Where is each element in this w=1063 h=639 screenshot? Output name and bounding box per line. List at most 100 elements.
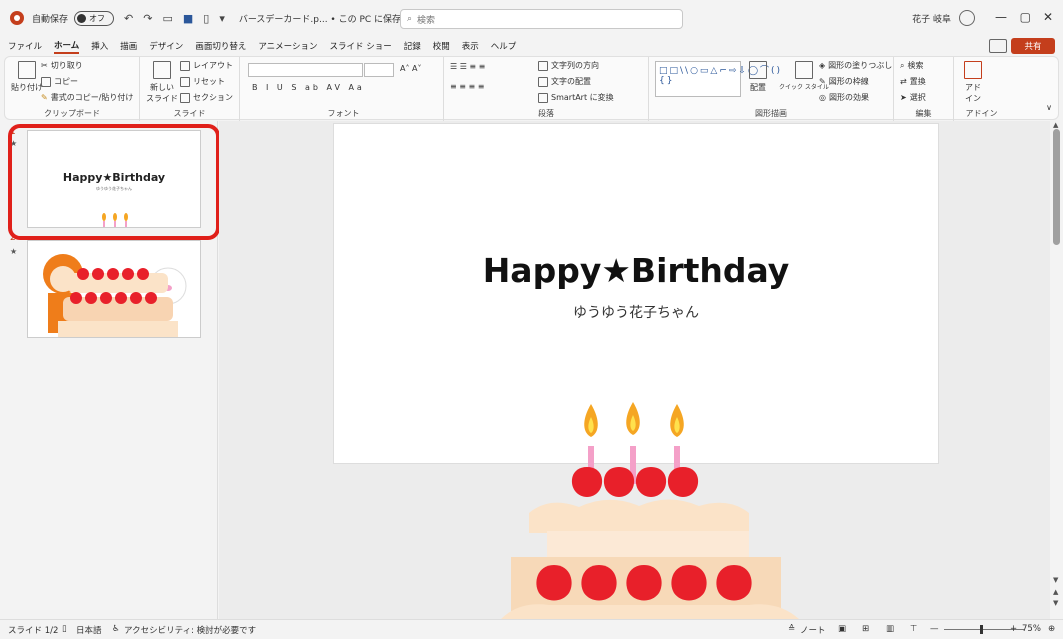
copy-button[interactable]: コピー — [41, 76, 78, 87]
select-button[interactable]: ➤ 選択 — [900, 92, 926, 103]
close-button[interactable]: ✕ — [1043, 10, 1053, 24]
zoom-in-button[interactable]: + — [1010, 624, 1017, 634]
addins-group-label: アドイン — [965, 109, 998, 118]
restore-button[interactable]: ▢ — [1020, 10, 1031, 24]
accessibility-status[interactable]: アクセシビリティ: 検討が必要です — [124, 624, 256, 636]
tab-insert[interactable]: 挿入 — [91, 40, 108, 52]
thumb-2-cake-illustration — [43, 254, 187, 337]
slideshow-icon[interactable]: ⊤ — [910, 624, 917, 634]
text-direction-icon — [538, 60, 548, 71]
select-label: 選択 — [909, 93, 926, 102]
align-text-button[interactable]: 文字の配置 — [538, 76, 591, 87]
customize-qat-icon[interactable]: ▾ — [219, 12, 225, 25]
zoom-slider-handle[interactable] — [980, 625, 983, 634]
search-input[interactable]: ⌕ 検索 — [400, 9, 683, 29]
smartart-button[interactable]: SmartArt に変換 — [538, 92, 614, 103]
candle-flames — [584, 402, 684, 437]
tab-animations[interactable]: アニメーション — [258, 40, 317, 52]
zoom-level[interactable]: 75% — [1022, 624, 1041, 634]
shapes-gallery[interactable]: □□\\○▭△⌐⇨⇩◯⌒(){} — [655, 61, 780, 97]
fill-icon: ◈ — [819, 61, 826, 70]
minimize-button[interactable]: — — [995, 10, 1007, 24]
scroll-down-arrow-icon[interactable]: ▼ — [1053, 576, 1058, 584]
fit-to-window-icon[interactable]: ⊕ — [1048, 624, 1055, 634]
scroll-up-arrow-icon[interactable]: ▲ — [1053, 121, 1058, 129]
new-file-icon[interactable]: ▯ — [203, 12, 209, 25]
autosave-toggle[interactable]: オフ — [74, 10, 115, 26]
slide-editing-area[interactable]: Happy★Birthday ゆうゆう花子ちゃん — [219, 121, 1050, 619]
layout-button[interactable]: レイアウト — [180, 60, 233, 71]
list-buttons[interactable]: ☰ ☰ ≡ ≡ — [450, 62, 485, 71]
tab-view[interactable]: 表示 — [462, 40, 479, 52]
scrollbar-thumb[interactable] — [1053, 129, 1060, 245]
arrange-icon — [749, 61, 767, 79]
paste-button[interactable]: 貼り付け — [11, 61, 43, 93]
tab-transitions[interactable]: 画面切り替え — [195, 40, 246, 52]
undo-icon[interactable]: ↶ — [124, 12, 133, 25]
status-bar: スライド 1/2 ▯ 日本語 ♿ アクセシビリティ: 検討が必要です ≙ ノート… — [0, 619, 1063, 639]
reading-view-icon[interactable]: ▥ — [886, 624, 894, 634]
next-slide-icon[interactable]: ▼ — [1053, 599, 1058, 607]
arrange-label: 配置 — [750, 83, 766, 92]
notes-button[interactable]: ノート — [800, 624, 826, 636]
tab-draw[interactable]: 描画 — [120, 40, 137, 52]
previous-slide-icon[interactable]: ▲ — [1053, 588, 1058, 596]
tab-review[interactable]: 校閲 — [433, 40, 450, 52]
find-button[interactable]: ⌕ 検索 — [900, 60, 923, 71]
shape-fill-button[interactable]: ◈ 図形の塗りつぶし — [819, 60, 892, 71]
user-avatar-icon[interactable] — [959, 10, 975, 26]
clipboard-group-label: クリップボード — [44, 109, 100, 118]
addins-button[interactable]: アド イン — [964, 61, 982, 104]
redo-icon[interactable]: ↷ — [143, 12, 152, 25]
quick-access-toolbar: ↶ ↷ ▭ ■ ▯ ▾ — [124, 12, 225, 25]
spellcheck-icon[interactable]: ▯ — [62, 624, 67, 634]
font-size-input[interactable] — [364, 63, 394, 77]
tab-design[interactable]: デザイン — [149, 40, 183, 52]
cut-button[interactable]: ✂ 切り取り — [41, 60, 83, 71]
paste-label: 貼り付け — [11, 83, 43, 92]
accessibility-icon: ♿ — [112, 624, 120, 634]
format-painter-button[interactable]: ✎ 書式のコピー/貼り付け — [41, 92, 133, 103]
replace-label: 置換 — [909, 77, 926, 86]
tab-slideshow[interactable]: スライド ショー — [330, 40, 392, 52]
comments-icon[interactable] — [989, 39, 1007, 53]
font-format-buttons[interactable]: B I U S ab AV Aa — [252, 83, 365, 92]
tab-help[interactable]: ヘルプ — [491, 40, 517, 52]
tab-file[interactable]: ファイル — [8, 40, 42, 52]
language-indicator[interactable]: 日本語 — [76, 624, 102, 636]
ribbon-collapse-icon[interactable]: ∨ — [1046, 103, 1052, 112]
replace-button[interactable]: ⇄ 置換 — [900, 76, 926, 87]
shape-effects-button[interactable]: ◎ 図形の効果 — [819, 92, 869, 103]
share-button[interactable]: 共有 — [1011, 38, 1055, 54]
slide-sorter-icon[interactable]: ⊞ — [862, 624, 869, 634]
addins-group: アド イン アドイン — [954, 57, 1009, 121]
slide-thumbnail-2[interactable] — [27, 240, 201, 338]
reset-button[interactable]: リセット — [180, 76, 225, 87]
text-direction-button[interactable]: 文字列の方向 — [538, 60, 599, 71]
user-name[interactable]: 花子 岐阜 — [912, 12, 951, 25]
shape-outline-button[interactable]: ✎ 図形の枠線 — [819, 76, 869, 87]
normal-view-icon[interactable]: ▣ — [838, 624, 846, 634]
birthday-cake-illustration[interactable] — [219, 121, 1050, 619]
drawing-group: □□\\○▭△⌐⇨⇩◯⌒(){} 配置 クイック スタイル ◈ 図形の塗りつぶし … — [649, 57, 894, 121]
section-button[interactable]: セクション — [180, 92, 233, 103]
find-label: 検索 — [907, 61, 924, 70]
new-slide-label: 新しい スライド — [146, 83, 178, 103]
slide-info: スライド 1/2 — [8, 626, 59, 636]
reset-icon — [180, 76, 190, 87]
save-icon[interactable]: ■ — [183, 12, 193, 25]
align-buttons[interactable]: ≡ ≡ ≡ ≡ — [450, 82, 484, 91]
font-group-label: フォント — [327, 109, 360, 118]
autosave-label: 自動保存 — [32, 14, 69, 25]
cursor-icon: ➤ — [900, 93, 907, 102]
vertical-scrollbar[interactable]: ▲ ▼ ▲ ▼ — [1050, 121, 1063, 619]
zoom-out-button[interactable]: — — [930, 624, 939, 634]
tab-home[interactable]: ホーム — [54, 39, 80, 54]
present-icon[interactable]: ▭ — [162, 12, 172, 25]
arrange-button[interactable]: 配置 — [749, 61, 767, 93]
font-name-input[interactable] — [248, 63, 363, 77]
font-grow-button[interactable]: A˄ A˅ — [400, 64, 422, 73]
drawing-group-label: 図形描画 — [755, 109, 787, 118]
new-slide-button[interactable]: 新しい スライド — [146, 61, 178, 104]
tab-record[interactable]: 記録 — [404, 40, 421, 52]
